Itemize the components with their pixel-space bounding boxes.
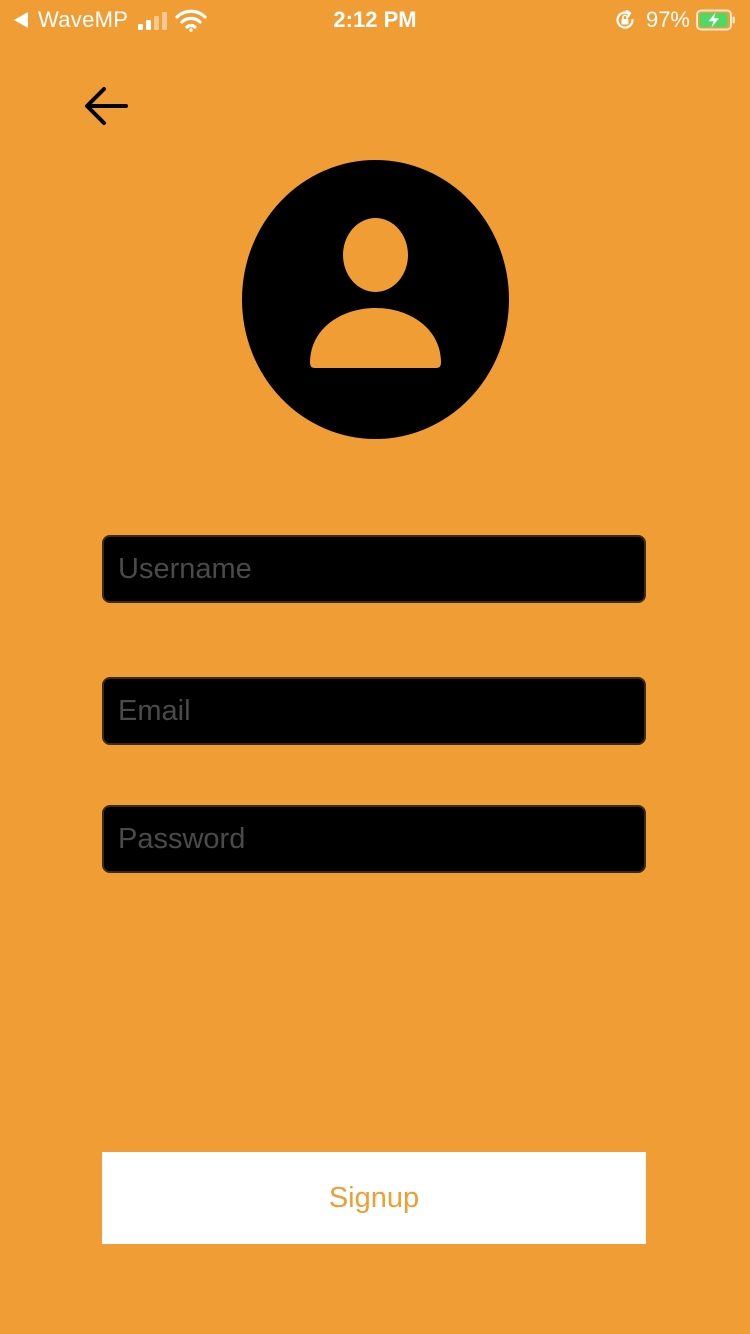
arrow-left-icon[interactable] xyxy=(80,82,134,130)
status-bar-right: 97% xyxy=(614,6,736,34)
battery-percentage: 97% xyxy=(645,7,690,32)
battery-charging-icon xyxy=(696,9,735,31)
orientation-lock-icon xyxy=(616,9,634,29)
password-input[interactable] xyxy=(102,805,646,873)
signup-button[interactable]: Signup xyxy=(102,1152,646,1244)
back-button[interactable] xyxy=(80,82,134,130)
status-bar: WaveMP 2:12 PM 97% xyxy=(0,0,750,40)
user-avatar-icon xyxy=(242,160,509,439)
email-input[interactable] xyxy=(102,677,646,745)
username-input[interactable] xyxy=(102,535,646,603)
